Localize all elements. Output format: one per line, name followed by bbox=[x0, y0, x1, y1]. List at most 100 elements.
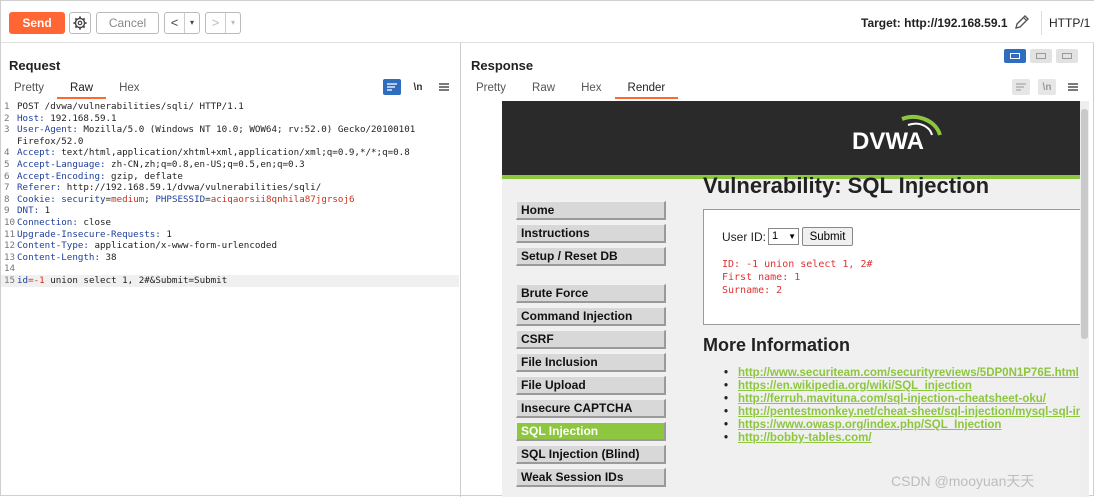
request-tab-raw[interactable]: Raw bbox=[57, 79, 107, 99]
menu-item[interactable]: File Upload bbox=[516, 376, 666, 395]
request-menu-icon[interactable] bbox=[435, 79, 453, 95]
word-wrap-icon[interactable] bbox=[1012, 79, 1030, 95]
menu-item[interactable]: Instructions bbox=[516, 224, 666, 243]
layout-side-by-side-icon[interactable] bbox=[1004, 49, 1026, 63]
line-number: 13 bbox=[4, 251, 16, 263]
menu-item[interactable]: SQL Injection (Blind) bbox=[516, 445, 666, 464]
code-line: 2 Host: 192.168.59.1 bbox=[1, 113, 459, 125]
menu-item[interactable]: Weak Session IDs bbox=[516, 468, 666, 487]
toolbar: Send Cancel < ▾ > ▾ Target: http://192.1… bbox=[1, 1, 1094, 43]
code-line: 12 Content-Type: application/x-www-form-u… bbox=[1, 240, 459, 252]
header-name: Referer: bbox=[17, 182, 62, 194]
layout-toggle bbox=[1004, 49, 1078, 63]
toolbar-divider bbox=[1041, 11, 1042, 35]
header-name: Accept-Language: bbox=[17, 158, 106, 170]
layout-tabs-icon[interactable] bbox=[1056, 49, 1078, 63]
cookie-part: ; bbox=[144, 193, 156, 205]
header-value: close bbox=[77, 216, 112, 228]
menu-item[interactable]: Brute Force bbox=[516, 284, 666, 303]
response-tab-raw[interactable]: Raw bbox=[519, 79, 568, 99]
code-line: 8 Cookie: security=medium; PHPSESSID=aciq… bbox=[1, 194, 459, 206]
code-line: 7 Referer: http://192.168.59.1/dvwa/vulne… bbox=[1, 182, 459, 194]
response-tab-hex[interactable]: Hex bbox=[568, 79, 614, 99]
back-dropdown-icon[interactable]: ▾ bbox=[185, 13, 199, 33]
menu-item[interactable]: CSRF bbox=[516, 330, 666, 349]
layout-stacked-icon[interactable] bbox=[1030, 49, 1052, 63]
response-menu-icon[interactable] bbox=[1064, 79, 1082, 95]
back-button-group[interactable]: < ▾ bbox=[164, 12, 200, 34]
dvwa-header: DVWA bbox=[502, 101, 1080, 179]
result-line: First name: 1 bbox=[722, 272, 801, 283]
submit-button[interactable]: Submit bbox=[802, 227, 853, 246]
line-content: DNT: 1 bbox=[17, 205, 459, 217]
line-number: 10 bbox=[4, 216, 16, 228]
request-tab-hex[interactable]: Hex bbox=[106, 79, 152, 99]
menu-spacer bbox=[516, 270, 666, 284]
reference-link[interactable]: http://pentestmonkey.net/cheat-sheet/sql… bbox=[724, 406, 1080, 419]
code-line: 1 POST /dvwa/vulnerabilities/sqli/ HTTP/1… bbox=[1, 101, 459, 113]
line-content: POST /dvwa/vulnerabilities/sqli/ HTTP/1.… bbox=[17, 101, 459, 113]
code-line: 13 Content-Length: 38 bbox=[1, 252, 459, 264]
result-line: Surname: 2 bbox=[722, 285, 783, 296]
line-number: 15 bbox=[4, 274, 16, 286]
body-param-part: union select 1, 2#&Submit=Submit bbox=[44, 274, 228, 286]
line-number bbox=[1, 136, 17, 148]
forward-button-group[interactable]: > ▾ bbox=[205, 12, 241, 34]
target-label: Target: http://192.168.59.1 bbox=[861, 16, 1008, 30]
code-line: 11 Upgrade-Insecure-Requests: 1 bbox=[1, 229, 459, 241]
line-content: Accept-Language: zh-CN,zh;q=0.8,en-US;q=… bbox=[17, 159, 459, 171]
reference-link[interactable]: http://www.securiteam.com/securityreview… bbox=[724, 367, 1080, 380]
more-info-links: http://www.securiteam.com/securityreview… bbox=[724, 367, 1080, 445]
header-value: gzip, deflate bbox=[105, 170, 183, 182]
back-arrow-icon[interactable]: < bbox=[165, 13, 185, 33]
render-scrollbar[interactable] bbox=[1080, 101, 1089, 497]
user-id-select[interactable]: 1 ▼ bbox=[768, 228, 799, 245]
response-tab-render[interactable]: Render bbox=[614, 79, 679, 99]
menu-item[interactable]: Command Injection bbox=[516, 307, 666, 326]
body-param-part: =-1 bbox=[28, 274, 45, 286]
scrollbar-thumb[interactable] bbox=[1081, 109, 1088, 339]
forward-dropdown-icon[interactable]: ▾ bbox=[226, 13, 240, 33]
header-name: Host: bbox=[17, 112, 45, 124]
newline-toggle-icon[interactable]: \n bbox=[409, 79, 427, 95]
line-content: Cookie: security=medium; PHPSESSID=aciqa… bbox=[17, 194, 459, 206]
reference-link[interactable]: http://ferruh.mavituna.com/sql-injection… bbox=[724, 393, 1080, 406]
send-button[interactable]: Send bbox=[9, 12, 65, 34]
reference-link[interactable]: https://www.owasp.org/index.php/SQL_Inje… bbox=[724, 419, 1080, 432]
request-tab-pretty[interactable]: Pretty bbox=[1, 79, 57, 99]
code-line: 5 Accept-Language: zh-CN,zh;q=0.8,en-US;q… bbox=[1, 159, 459, 171]
request-editor[interactable]: 1 POST /dvwa/vulnerabilities/sqli/ HTTP/1… bbox=[1, 101, 459, 287]
menu-item[interactable]: File Inclusion bbox=[516, 353, 666, 372]
forward-arrow-icon[interactable]: > bbox=[206, 13, 226, 33]
header-value: Firefox/52.0 bbox=[17, 135, 84, 147]
menu-item[interactable]: Insecure CAPTCHA bbox=[516, 399, 666, 418]
word-wrap-icon[interactable] bbox=[383, 79, 401, 95]
reference-link[interactable]: https://en.wikipedia.org/wiki/SQL_inject… bbox=[724, 380, 1080, 393]
edit-pencil-icon[interactable] bbox=[1013, 13, 1031, 31]
rendered-response: DVWA Home Instructions Setup / Reset DB Bru… bbox=[502, 101, 1080, 497]
body-param-part: id bbox=[17, 274, 29, 286]
settings-gear-icon[interactable] bbox=[69, 12, 91, 34]
header-value: Mozilla/5.0 (Windows NT 10.0; WOW64; rv:… bbox=[77, 124, 416, 136]
menu-item[interactable]: Setup / Reset DB bbox=[516, 247, 666, 266]
cancel-button[interactable]: Cancel bbox=[96, 12, 159, 34]
response-tab-pretty[interactable]: Pretty bbox=[463, 79, 519, 99]
header-value: application/x-www-form-urlencoded bbox=[88, 240, 277, 252]
line-number: 14 bbox=[4, 263, 16, 275]
menu-item[interactable]: Home bbox=[516, 201, 666, 220]
header-value: POST /dvwa/vulnerabilities/sqli/ HTTP/1.… bbox=[17, 101, 244, 112]
reference-link[interactable]: http://bobby-tables.com/ bbox=[724, 432, 1080, 445]
code-line: 6 Accept-Encoding: gzip, deflate bbox=[1, 171, 459, 183]
line-content bbox=[17, 263, 459, 275]
user-id-label: User ID: bbox=[722, 230, 767, 244]
line-content: Accept: text/html,application/xhtml+xml,… bbox=[17, 147, 459, 159]
response-title: Response bbox=[471, 58, 534, 73]
http-version-label[interactable]: HTTP/1 bbox=[1049, 16, 1090, 30]
code-line: 3 User-Agent: Mozilla/5.0 (Windows NT 10.… bbox=[1, 124, 459, 136]
menu-item[interactable]: SQL Injection bbox=[516, 422, 666, 441]
request-title: Request bbox=[9, 58, 61, 73]
response-panel: Response Pretty Raw Hex Render \n DVWA H… bbox=[463, 43, 1094, 497]
header-value: 192.168.59.1 bbox=[44, 112, 117, 124]
line-number: 9 bbox=[4, 205, 10, 217]
newline-toggle-icon[interactable]: \n bbox=[1038, 79, 1056, 95]
